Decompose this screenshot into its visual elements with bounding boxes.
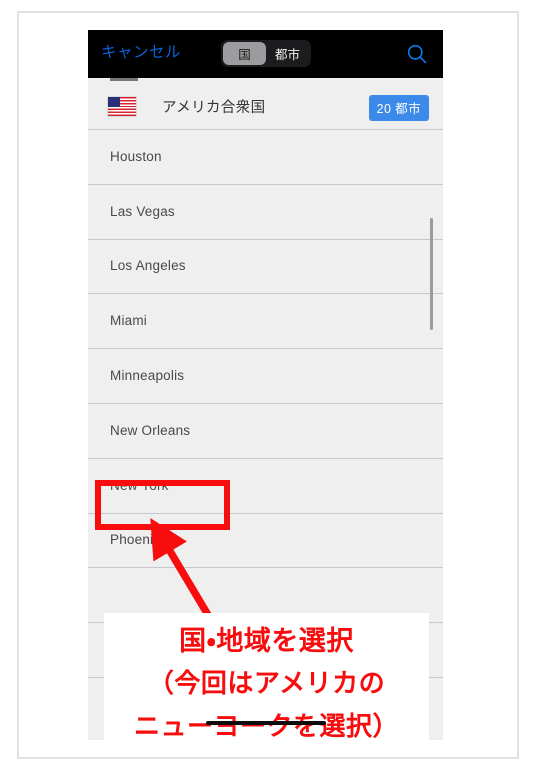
document-page: キャンセル 国 都市 アメリカ合衆国 20 都市 Houston Las Veg… bbox=[0, 0, 536, 770]
city-row-new-orleans[interactable]: New Orleans bbox=[88, 402, 443, 458]
segment-city[interactable]: 都市 bbox=[266, 42, 309, 65]
caption-line-2: （今回はアメリカの bbox=[147, 669, 386, 699]
segment-country[interactable]: 国 bbox=[223, 42, 266, 65]
segmented-control[interactable]: 国 都市 bbox=[221, 40, 312, 67]
city-count-badge: 20 都市 bbox=[368, 95, 429, 121]
city-row-phoenix[interactable]: Phoenix bbox=[88, 512, 443, 568]
city-name-label: New Orleans bbox=[110, 422, 191, 438]
phone-screenshot: キャンセル 国 都市 アメリカ合衆国 20 都市 Houston Las Veg… bbox=[88, 30, 443, 740]
city-row-las-vegas[interactable]: Las Vegas bbox=[88, 183, 443, 239]
city-row-los-angeles[interactable]: Los Angeles bbox=[88, 238, 443, 294]
city-row-houston[interactable]: Houston bbox=[88, 129, 443, 184]
cancel-button[interactable]: キャンセル bbox=[101, 43, 181, 63]
city-name-label: Houston bbox=[110, 148, 162, 164]
city-name-label: Las Vegas bbox=[110, 203, 175, 219]
country-name-label: アメリカ合衆国 bbox=[162, 100, 266, 116]
city-name-label: Los Angeles bbox=[110, 258, 186, 274]
city-row-new-york[interactable]: New York bbox=[88, 457, 443, 513]
city-name-label: Miami bbox=[110, 313, 147, 329]
city-row-minneapolis[interactable]: Minneapolis bbox=[88, 348, 443, 403]
city-name-label: New York bbox=[110, 477, 169, 493]
vertical-scrollbar[interactable] bbox=[430, 218, 433, 330]
caption-line-1: 国・地域を選択 bbox=[179, 626, 354, 657]
navigation-bar: キャンセル 国 都市 bbox=[88, 30, 443, 78]
home-indicator bbox=[205, 720, 326, 725]
us-flag-icon bbox=[108, 97, 136, 116]
city-name-label: Minneapolis bbox=[110, 368, 185, 384]
partial-row-label bbox=[154, 78, 224, 81]
country-row-usa[interactable]: アメリカ合衆国 20 都市 bbox=[88, 84, 443, 129]
city-row-miami[interactable]: Miami bbox=[88, 293, 443, 349]
partial-flag-icon bbox=[110, 78, 138, 81]
search-icon[interactable] bbox=[405, 42, 429, 66]
city-name-label: Phoenix bbox=[110, 532, 161, 548]
